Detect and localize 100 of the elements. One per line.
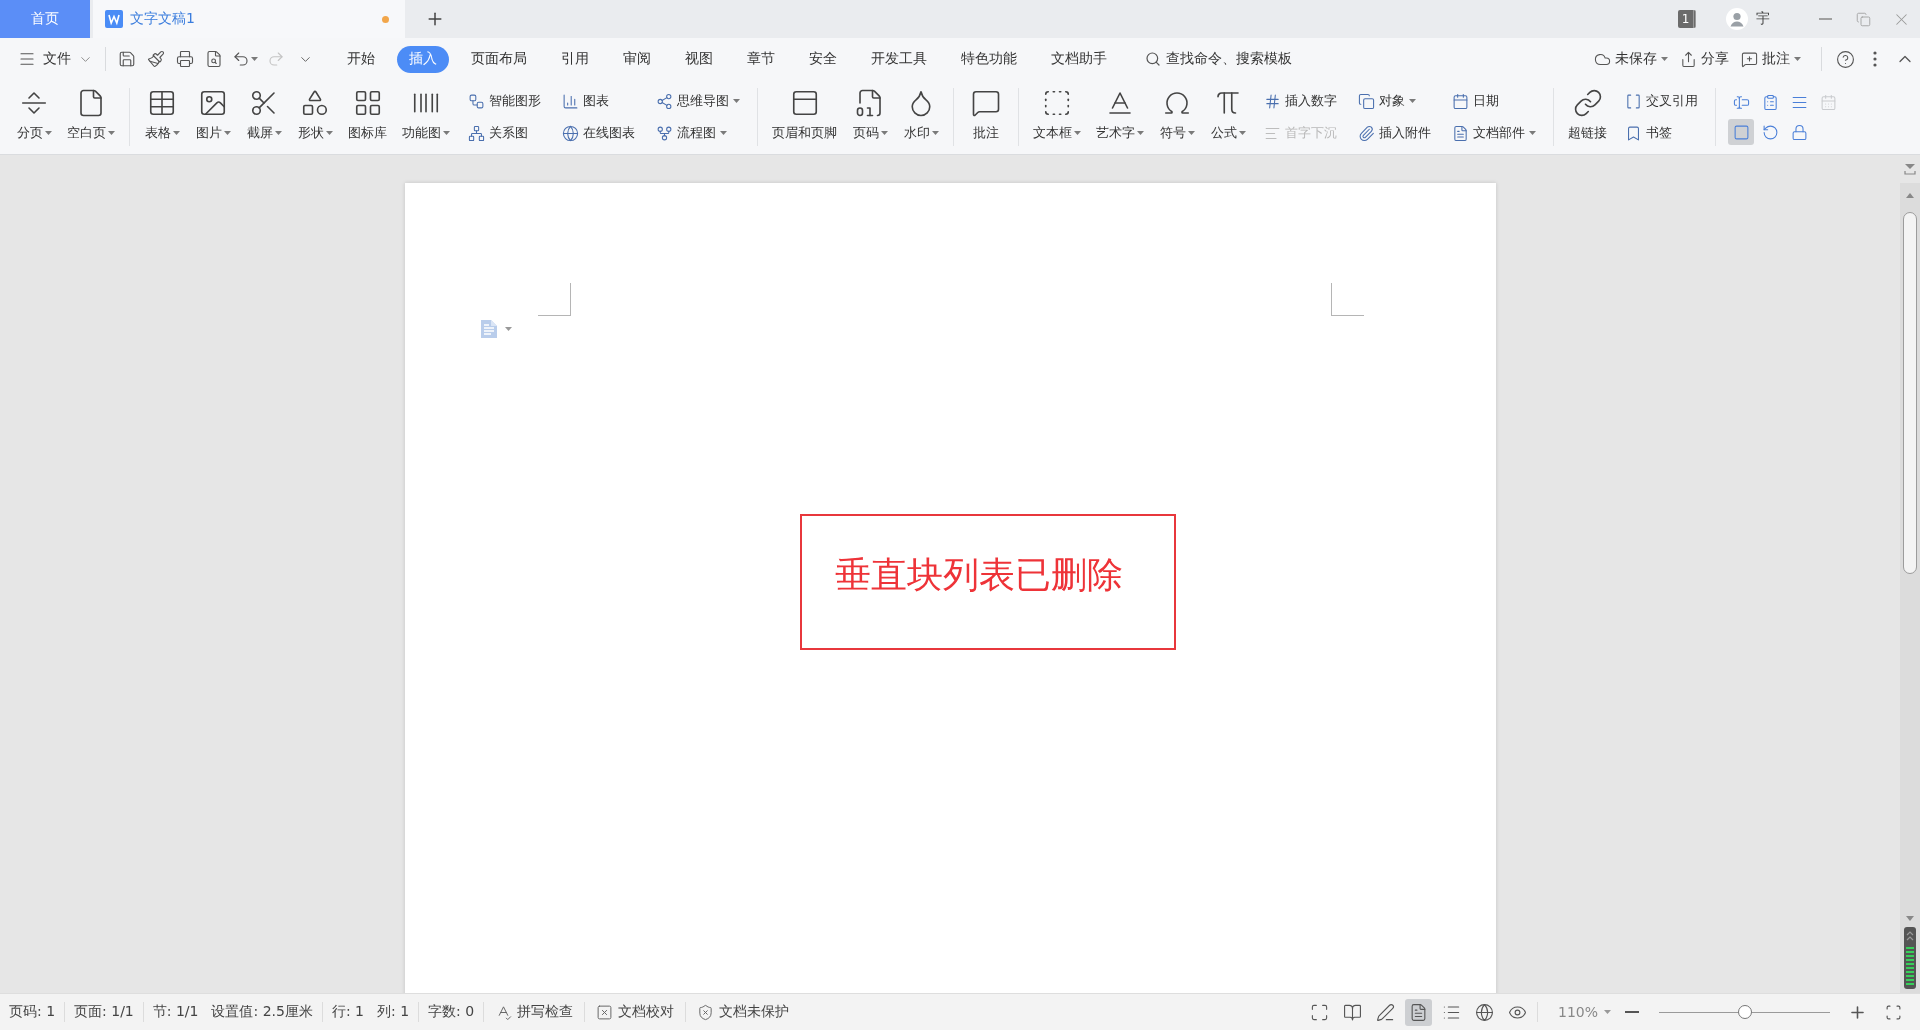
user-name[interactable]: 宇 bbox=[1756, 10, 1770, 28]
function-chart-button[interactable]: 功能图 bbox=[398, 80, 454, 154]
protection-button[interactable]: 文档未保护 bbox=[686, 1003, 801, 1021]
paperclip-icon bbox=[1358, 124, 1375, 142]
spell-check-button[interactable]: 拼写检查 bbox=[484, 1003, 585, 1021]
status-text[interactable]: 字数: 0 bbox=[428, 1003, 475, 1021]
brush-icon bbox=[147, 50, 165, 68]
fit-icon bbox=[1884, 1003, 1902, 1021]
nodes-icon bbox=[656, 92, 673, 110]
shield-icon bbox=[697, 1003, 715, 1021]
window-count-badge[interactable]: 1 bbox=[1678, 10, 1696, 28]
table-button[interactable]: 表格 bbox=[140, 80, 184, 154]
calendar-icon bbox=[1452, 92, 1469, 110]
help-icon bbox=[1835, 49, 1855, 69]
menu-tab[interactable]: 审阅 bbox=[611, 45, 663, 73]
save-icon bbox=[118, 50, 136, 68]
menu-tab[interactable]: 安全 bbox=[797, 45, 849, 73]
online-chart-button[interactable]: 在线图表 bbox=[560, 121, 637, 145]
bar-chart-icon bbox=[562, 92, 579, 110]
status-text[interactable]: 节: 1/1 bbox=[152, 1003, 199, 1021]
hash-icon bbox=[1264, 92, 1281, 110]
page-view-button[interactable] bbox=[1404, 998, 1432, 1026]
ruler-toggle-icon[interactable] bbox=[1904, 163, 1916, 175]
page-number-button[interactable]: 页码 bbox=[848, 80, 892, 154]
shapes-icon bbox=[300, 88, 330, 118]
caret-icon bbox=[251, 57, 258, 61]
icon-library-button[interactable]: 图标库 bbox=[344, 80, 391, 154]
chart-button[interactable]: 图表 bbox=[560, 89, 637, 113]
menu-tab[interactable]: 特色功能 bbox=[949, 45, 1029, 73]
menu-tab[interactable]: 开始 bbox=[335, 45, 387, 73]
menu-tab[interactable]: 引用 bbox=[549, 45, 601, 73]
design-mode-button[interactable] bbox=[1728, 119, 1754, 145]
status-text[interactable]: 行: 1 bbox=[331, 1003, 364, 1021]
minimize-icon bbox=[1818, 18, 1832, 20]
comment-menu-button[interactable]: 批注 bbox=[1741, 50, 1801, 68]
undo-icon bbox=[232, 50, 250, 68]
share-button[interactable]: 分享 bbox=[1680, 50, 1729, 68]
printer-icon bbox=[176, 50, 194, 68]
globe-icon bbox=[562, 124, 579, 142]
shape-button[interactable]: 形状 bbox=[293, 80, 337, 154]
undo-icon bbox=[1761, 123, 1779, 141]
meter-icon bbox=[1904, 927, 1916, 989]
date-button[interactable]: 日期 bbox=[1450, 89, 1538, 113]
search-button[interactable]: 查找命令、搜索模板 bbox=[1145, 50, 1292, 68]
page-break-button[interactable]: 分页 bbox=[12, 80, 56, 154]
watermark-button[interactable]: 水印 bbox=[899, 80, 943, 154]
more-icon bbox=[1873, 51, 1877, 67]
formula-button[interactable]: 公式 bbox=[1206, 80, 1250, 154]
dashed-box-icon bbox=[1042, 88, 1072, 118]
document-tab[interactable]: 文字文稿1 bbox=[93, 0, 405, 38]
restore-icon bbox=[1855, 11, 1871, 27]
bookmark-button[interactable]: 书签 bbox=[1623, 121, 1700, 145]
overlapping-squares-icon bbox=[1358, 92, 1375, 110]
table-icon bbox=[147, 88, 177, 118]
hyperlink-button[interactable]: 超链接 bbox=[1564, 80, 1611, 154]
picture-button[interactable]: 图片 bbox=[191, 80, 235, 154]
scrollbar-thumb[interactable] bbox=[1903, 212, 1917, 574]
smart-graphic-button[interactable]: 智能图形 bbox=[466, 89, 543, 113]
status-text[interactable]: 列: 1 bbox=[377, 1003, 410, 1021]
status-text[interactable]: 设置值: 2.5厘米 bbox=[211, 1003, 313, 1021]
word-art-button[interactable]: 艺术字 bbox=[1092, 80, 1148, 154]
scroll-down-arrow-icon[interactable] bbox=[1906, 916, 1914, 921]
calendar-icon bbox=[1819, 93, 1837, 111]
square-icon bbox=[1732, 123, 1750, 141]
avatar-icon[interactable] bbox=[1726, 8, 1748, 30]
paste-options-button[interactable] bbox=[480, 320, 512, 338]
screenshot-button[interactable]: 截屏 bbox=[242, 80, 286, 154]
brackets-icon bbox=[1625, 92, 1642, 110]
status-text[interactable]: 页面: 1/1 bbox=[74, 1003, 134, 1021]
clipboard-icon bbox=[1761, 93, 1779, 111]
full-screen-icon bbox=[1309, 1002, 1329, 1022]
symbol-button[interactable]: 符号 bbox=[1155, 80, 1199, 154]
menu-tab[interactable]: 章节 bbox=[735, 45, 787, 73]
comment-button[interactable]: 批注 bbox=[964, 80, 1008, 154]
save-status-button[interactable]: 未保存 bbox=[1594, 50, 1668, 68]
file-menu-button[interactable]: 文件 bbox=[14, 50, 97, 68]
zoom-slider-thumb[interactable] bbox=[1737, 1005, 1752, 1019]
text-box-button[interactable]: 文本框 bbox=[1029, 80, 1085, 154]
share-icon bbox=[1680, 50, 1697, 68]
flowchart-button[interactable]: 流程图 bbox=[654, 121, 742, 145]
diagram-icon bbox=[468, 92, 485, 110]
scroll-up-arrow-icon[interactable] bbox=[1906, 193, 1914, 198]
preview-icon bbox=[205, 50, 223, 68]
cross-reference-button[interactable]: 交叉引用 bbox=[1623, 89, 1700, 113]
object-button[interactable]: 对象 bbox=[1356, 89, 1433, 113]
mind-map-button[interactable]: 思维导图 bbox=[654, 89, 742, 113]
menu-tab[interactable]: 开发工具 bbox=[859, 45, 939, 73]
menu-tab[interactable]: 页面布局 bbox=[459, 45, 539, 73]
insert-number-button[interactable]: 插入数字 bbox=[1262, 89, 1339, 113]
relation-chart-button[interactable]: 关系图 bbox=[466, 121, 543, 145]
fork-icon bbox=[656, 124, 673, 142]
document-parts-button[interactable]: 文档部件 bbox=[1450, 121, 1538, 145]
status-text[interactable]: 页码: 1 bbox=[9, 1003, 56, 1021]
menu-tab[interactable]: 视图 bbox=[673, 45, 725, 73]
header-footer-button[interactable]: 页眉和页脚 bbox=[768, 80, 841, 154]
text-cursor-icon bbox=[1732, 93, 1750, 111]
attachment-button[interactable]: 插入附件 bbox=[1356, 121, 1433, 145]
menu-tab[interactable]: 文档助手 bbox=[1039, 45, 1119, 73]
blank-page-button[interactable]: 空白页 bbox=[63, 80, 119, 154]
proofread-button[interactable]: 文档校对 bbox=[585, 1003, 686, 1021]
